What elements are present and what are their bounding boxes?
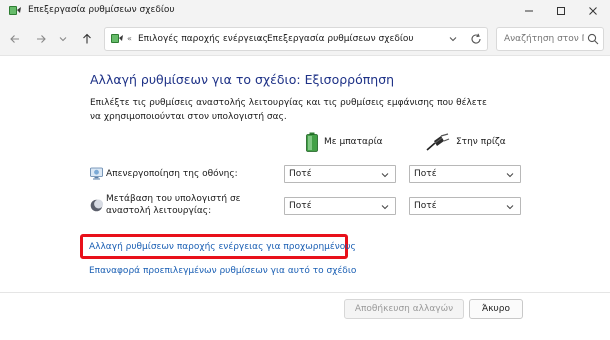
maximize-button[interactable] — [546, 0, 576, 22]
window-title: Επεξεργασία ρυθμίσεων σχεδίου — [28, 5, 175, 15]
moon-icon — [90, 199, 103, 212]
display-off-label: Απενεργοποίηση της οθόνης: — [106, 169, 238, 179]
cancel-button[interactable]: Άκυρο — [469, 299, 523, 319]
power-options-icon — [9, 6, 21, 15]
forward-button[interactable] — [34, 32, 48, 46]
power-options-icon — [111, 34, 123, 43]
page-title: Αλλαγή ρυθμίσεων για το σχέδιο: Εξισορρό… — [90, 72, 395, 87]
up-button[interactable] — [80, 32, 94, 46]
display-off-battery-select[interactable]: Ποτέ — [284, 165, 396, 183]
navigation-bar: « Επιλογές παροχής ενέργειας › Επεξεργασ… — [0, 22, 610, 56]
column-label-battery: Με μπαταρία — [324, 137, 383, 147]
page-description: Επιλέξτε τις ρυθμίσεις αναστολής λειτουρ… — [90, 98, 487, 122]
select-value: Ποτέ — [289, 169, 312, 179]
breadcrumb-overflow[interactable]: « — [127, 34, 132, 43]
select-value: Ποτέ — [414, 169, 437, 179]
restore-defaults-link[interactable]: Επαναφορά προεπιλεγμένων ρυθμίσεων για α… — [89, 266, 356, 276]
close-icon — [589, 7, 597, 15]
minimize-button[interactable] — [514, 0, 544, 22]
chevron-down-icon — [506, 173, 514, 178]
address-dropdown-button[interactable] — [447, 33, 459, 45]
chevron-down-icon — [381, 205, 389, 210]
arrow-right-icon — [37, 35, 46, 43]
refresh-icon — [471, 33, 481, 44]
search-icon — [587, 33, 599, 45]
sleep-battery-select[interactable]: Ποτέ — [284, 197, 396, 215]
power-plug-icon — [426, 133, 450, 151]
search-input[interactable] — [504, 34, 584, 44]
breadcrumb-edit-plan[interactable]: Επεξεργασία ρυθμίσεων σχεδίου — [267, 34, 414, 44]
advanced-settings-link[interactable]: Αλλαγή ρυθμίσεων παροχής ενέργειας για π… — [89, 242, 356, 252]
back-button[interactable] — [8, 32, 22, 46]
select-value: Ποτέ — [414, 201, 437, 211]
sleep-plugged-select[interactable]: Ποτέ — [409, 197, 521, 215]
search-box[interactable] — [496, 27, 604, 51]
close-button[interactable] — [578, 0, 608, 22]
display-off-plugged-select[interactable]: Ποτέ — [409, 165, 521, 183]
breadcrumb-separator: › — [258, 34, 262, 43]
battery-icon — [306, 132, 318, 152]
column-label-plugged: Στην πρίζα — [456, 137, 506, 147]
recent-locations-button[interactable] — [56, 32, 70, 46]
save-button[interactable]: Αποθήκευση αλλαγών — [344, 299, 464, 319]
monitor-icon — [90, 167, 103, 180]
breadcrumb-power-options[interactable]: Επιλογές παροχής ενέργειας — [138, 34, 268, 44]
column-header-battery: Με μπαταρία — [306, 132, 383, 152]
footer-divider — [0, 292, 610, 293]
refresh-button[interactable] — [469, 32, 483, 46]
address-bar[interactable]: « Επιλογές παροχής ενέργειας › Επεξεργασ… — [104, 27, 488, 51]
minimize-icon — [525, 10, 533, 12]
chevron-down-icon — [59, 37, 67, 42]
arrow-up-icon — [83, 33, 91, 44]
chevron-down-icon — [381, 173, 389, 178]
select-value: Ποτέ — [289, 201, 312, 211]
arrow-left-icon — [10, 35, 19, 43]
chevron-down-icon — [506, 205, 514, 210]
sleep-label: Μετάβαση του υπολογιστή σε αναστολή λειτ… — [106, 194, 241, 216]
title-bar: Επεξεργασία ρυθμίσεων σχεδίου — [0, 0, 610, 22]
maximize-icon — [557, 7, 565, 15]
chevron-down-icon — [449, 37, 457, 42]
column-header-plugged: Στην πρίζα — [426, 132, 506, 152]
